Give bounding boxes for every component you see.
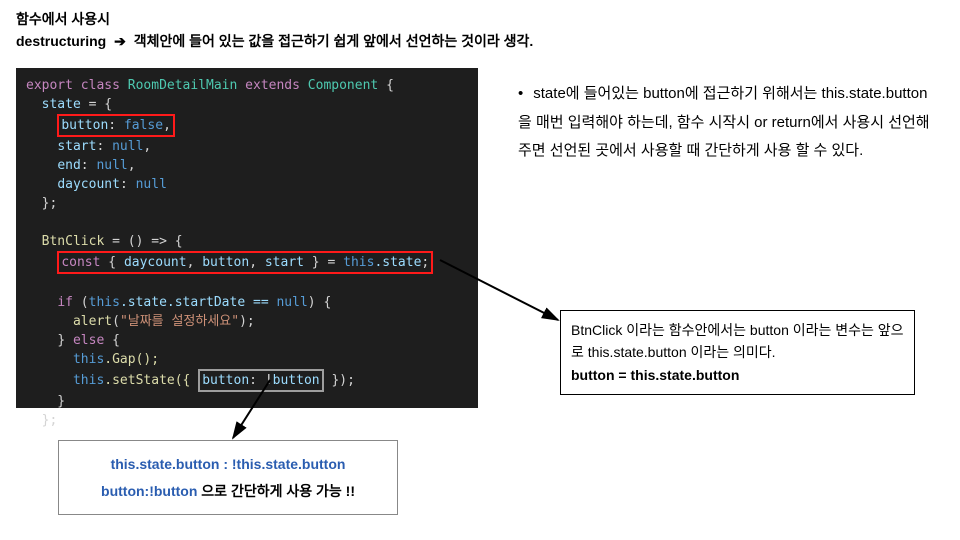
callout-equation: button = this.state.button — [571, 364, 904, 386]
code-snippet: export class RoomDetailMain extends Comp… — [16, 68, 478, 408]
heading: 함수에서 사용시 destructuring ➔ 객체안에 들어 있는 값을 접… — [16, 8, 533, 53]
fn-btnclick: BtnClick — [42, 234, 105, 249]
null-literal: null — [96, 158, 127, 173]
bullet-dot-icon: • — [518, 85, 523, 102]
code-text: }); — [324, 373, 355, 388]
var-button: button — [202, 373, 249, 388]
kw-this: this — [73, 373, 104, 388]
code-text: , — [143, 139, 151, 154]
callout-shorthand: this.state.button : !this.state.button b… — [58, 440, 398, 515]
var-daycount: daycount — [124, 255, 187, 270]
kw-else: else — [73, 333, 104, 348]
highlight-setstate-arg: button: !button — [198, 369, 323, 392]
kw-this: this — [73, 352, 104, 367]
code-text: } — [26, 394, 65, 409]
callout-suffix: 으로 간단하게 사용 가능 !! — [197, 483, 355, 499]
heading-desc: 객체안에 들어 있는 값을 접근하기 쉽게 앞에서 선언하는 것이라 생각. — [134, 33, 534, 49]
code-text: ); — [239, 314, 255, 329]
bool-false: false — [124, 118, 163, 133]
kw-this: this — [89, 295, 120, 310]
var-start: start — [57, 139, 96, 154]
code-text: : — [120, 177, 128, 192]
code-text: = () => { — [104, 234, 182, 249]
code-text: ( — [112, 314, 120, 329]
class-name: RoomDetailMain — [128, 78, 238, 93]
kw-this: this — [343, 255, 374, 270]
code-text: ) { — [308, 295, 331, 310]
fn-alert: alert — [73, 314, 112, 329]
explanation-bullet: •state에 들어있는 button에 접근하기 위해서는 this.stat… — [518, 80, 938, 166]
var-end: end — [57, 158, 80, 173]
kw-extends: extends — [245, 78, 300, 93]
highlight-destructuring: const { daycount, button, start } = this… — [57, 251, 433, 274]
var-daycount: daycount — [57, 177, 120, 192]
var-button: button — [61, 118, 108, 133]
explanation-text: state에 들어있는 button에 접근하기 위해서는 this.state… — [518, 85, 930, 159]
null-literal: null — [276, 295, 307, 310]
var-start: start — [265, 255, 304, 270]
prop-state: .state — [374, 255, 421, 270]
null-literal: null — [136, 177, 167, 192]
code-text: : ! — [249, 373, 272, 388]
code-text: , — [163, 118, 171, 133]
code-text: { — [104, 333, 120, 348]
code-text: = { — [81, 97, 112, 112]
code-text: }; — [26, 196, 57, 211]
heading-term: destructuring — [16, 33, 106, 49]
code-text: ; — [421, 255, 429, 270]
code-text: } — [57, 333, 73, 348]
kw-export: export — [26, 78, 73, 93]
kw-class: class — [81, 78, 120, 93]
code-text: , — [128, 158, 136, 173]
kw-const: const — [61, 255, 100, 270]
var-button: button — [202, 255, 249, 270]
code-text: : — [81, 158, 89, 173]
code-text: : — [96, 139, 104, 154]
code-text: : — [108, 118, 116, 133]
callout-body: BtnClick 이라는 함수안에서는 button 이라는 변수는 앞으로 t… — [571, 319, 904, 364]
fn-gap: .Gap(); — [104, 352, 159, 367]
code-text: }; — [26, 413, 57, 428]
fn-setstate: .setState({ — [104, 373, 198, 388]
callout-meaning: BtnClick 이라는 함수안에서는 button 이라는 변수는 앞으로 t… — [560, 310, 915, 395]
callout-bottom-line1: this.state.button : !this.state.button — [71, 451, 385, 478]
kw-if: if — [57, 295, 73, 310]
code-text: { — [100, 255, 123, 270]
type-component: Component — [308, 78, 378, 93]
code-text: ( — [73, 295, 89, 310]
var-button: button — [273, 373, 320, 388]
string-literal: "날짜를 설정하세요" — [120, 314, 239, 329]
heading-line2: destructuring ➔ 객체안에 들어 있는 값을 접근하기 쉽게 앞에… — [16, 30, 533, 52]
callout-code: button:!button — [101, 483, 197, 499]
var-state: state — [42, 97, 81, 112]
highlight-button-false: button: false, — [57, 114, 175, 137]
arrow-right-icon: ➔ — [114, 33, 126, 49]
null-literal: null — [112, 139, 143, 154]
code-text: { — [378, 78, 394, 93]
heading-line1: 함수에서 사용시 — [16, 8, 533, 30]
code-text: , — [187, 255, 203, 270]
callout-bottom-line2: button:!button 으로 간단하게 사용 가능 !! — [71, 478, 385, 505]
code-text: .state.startDate == — [120, 295, 277, 310]
code-text: } = — [304, 255, 343, 270]
code-text: , — [249, 255, 265, 270]
